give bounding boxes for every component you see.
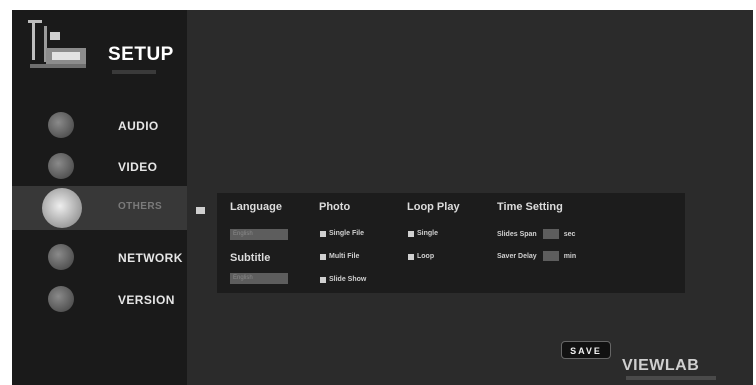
sidebar-item-video[interactable]: VIDEO <box>12 145 187 189</box>
saver-delay-input[interactable] <box>542 251 559 261</box>
loop-play-title: Loop Play <box>407 201 460 213</box>
sidebar-item-label: NETWORK <box>118 251 183 265</box>
slides-span-unit: sec <box>563 230 576 238</box>
time-setting-title: Time Setting <box>497 201 563 213</box>
sidebar-item-label: VIDEO <box>118 160 158 174</box>
audio-icon <box>48 112 74 138</box>
checkbox-icon <box>408 253 414 260</box>
photo-option-single-file[interactable]: Single File <box>320 230 364 237</box>
sidebar-item-network[interactable]: NETWORK <box>12 236 187 280</box>
checkbox-icon <box>320 253 326 260</box>
logo <box>28 18 88 86</box>
video-icon <box>48 153 74 179</box>
brand-underline <box>626 376 716 380</box>
loop-option-loop[interactable]: Loop <box>408 253 434 260</box>
brand-logo: VIEWLAB <box>622 357 700 374</box>
sidebar-item-version[interactable]: VERSION <box>12 278 187 322</box>
saver-delay-row: Saver Delay min <box>497 251 576 261</box>
sidebar-item-others[interactable]: OTHERS <box>12 186 187 230</box>
photo-option-slide-show[interactable]: Slide Show <box>320 276 366 283</box>
active-indicator-icon <box>196 207 205 214</box>
saver-delay-unit: min <box>563 252 577 260</box>
sidebar: SETUP AUDIO VIDEO OTHERS NETWORK VERSION <box>12 10 187 385</box>
subtitle-select[interactable]: English <box>230 273 288 284</box>
page-title: SETUP <box>108 44 174 65</box>
save-button[interactable]: SAVE <box>561 341 611 359</box>
checkbox-icon <box>320 230 326 237</box>
photo-option-multi-file[interactable]: Multi File <box>320 253 359 260</box>
slides-span-input[interactable] <box>542 229 559 239</box>
loop-option-single[interactable]: Single <box>408 230 438 237</box>
language-title: Language <box>230 201 282 213</box>
language-select[interactable]: English <box>230 229 288 240</box>
title-underline <box>112 70 156 74</box>
checkbox-icon <box>408 230 414 237</box>
network-icon <box>48 244 74 270</box>
subtitle-title: Subtitle <box>230 252 271 264</box>
version-icon <box>48 286 74 312</box>
saver-delay-label: Saver Delay <box>497 252 537 260</box>
photo-title: Photo <box>319 201 351 213</box>
sidebar-item-label: AUDIO <box>118 119 159 133</box>
sidebar-item-label: VERSION <box>118 293 175 307</box>
slides-span-label: Slides Span <box>497 230 537 238</box>
sidebar-item-label: OTHERS <box>118 201 163 212</box>
checkbox-icon <box>320 276 326 283</box>
sidebar-item-audio[interactable]: AUDIO <box>12 104 187 148</box>
others-icon <box>42 188 82 228</box>
setup-screen: SETUP AUDIO VIDEO OTHERS NETWORK VERSION… <box>12 10 753 385</box>
slides-span-row: Slides Span sec <box>497 229 575 239</box>
settings-panel: Language English Subtitle English Photo … <box>217 193 685 293</box>
